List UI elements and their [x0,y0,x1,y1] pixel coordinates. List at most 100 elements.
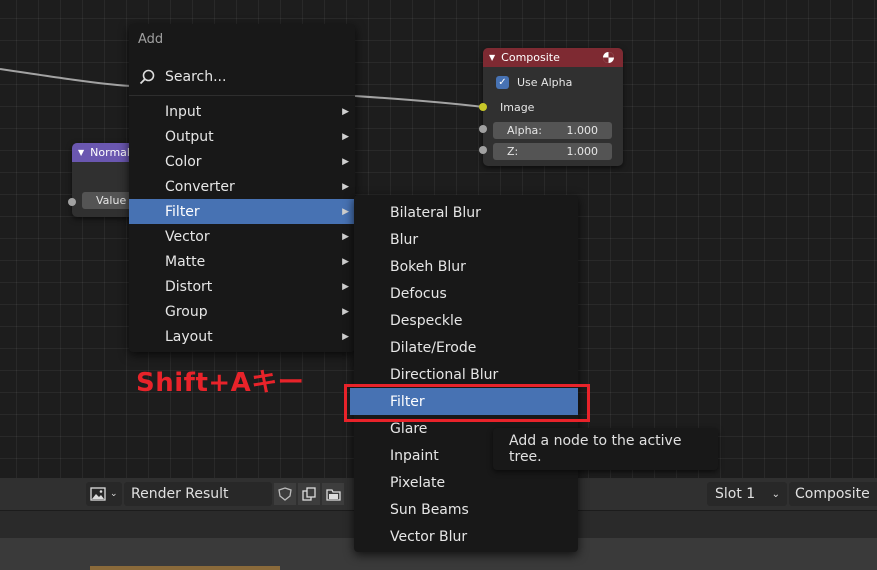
add-menu-item-output[interactable]: Output ▶ [129,124,355,149]
add-menu: Add Search... Input ▶ Output ▶ Color ▶ Convert… [129,24,355,352]
submenu-arrow-icon: ▶ [342,281,349,292]
search-label: Search... [165,68,227,85]
filter-item-defocus[interactable]: Defocus [354,280,578,307]
use-alpha-checkbox[interactable]: ✓ [496,76,509,89]
submenu-arrow-icon: ▶ [342,131,349,142]
normal-node-title: Normal [90,146,130,159]
add-menu-item-converter[interactable]: Converter ▶ [129,174,355,199]
z-label: Z: [507,145,519,158]
add-menu-title: Add [138,32,164,47]
value-label: Value [96,194,127,207]
add-menu-item-filter[interactable]: Filter ▶ [129,199,355,224]
new-image-button[interactable] [298,483,320,505]
filter-item-bilateral-blur[interactable]: Bilateral Blur [354,199,578,226]
menu-item-label: Sun Beams [390,501,469,518]
filter-item-dilate-erode[interactable]: Dilate/Erode [354,334,578,361]
alpha-label: Alpha: [507,124,542,137]
composite-node-header[interactable]: ▼ Composite [483,48,623,67]
chevron-down-icon: ⌄ [771,488,780,500]
chevron-down-icon: ⌄ [110,489,118,499]
composite-node[interactable]: ▼ Composite ✓ Use Alpha Image Alpha: 1.0… [483,48,623,166]
submenu-arrow-icon: ▶ [342,156,349,167]
alpha-input-socket[interactable] [479,125,487,133]
filter-item-pixelate[interactable]: Pixelate [354,469,578,496]
add-menu-item-layout[interactable]: Layout ▶ [129,324,355,349]
alpha-field[interactable]: Alpha: 1.000 [493,122,612,139]
menu-item-label: Distort [165,278,213,295]
menu-item-label: Bilateral Blur [390,204,481,221]
image-editor-icon [90,487,106,501]
tooltip: Add a node to the active tree. [493,428,718,470]
add-menu-item-color[interactable]: Color ▶ [129,149,355,174]
slot-select[interactable]: Slot 1 ⌄ [707,482,787,506]
menu-separator [129,95,355,96]
node-link [354,95,484,108]
submenu-arrow-icon: ▶ [342,231,349,242]
image-name: Render Result [131,486,229,502]
submenu-arrow-icon: ▶ [342,106,349,117]
z-input-socket[interactable] [479,146,487,154]
menu-item-label: Output [165,128,214,145]
use-alpha-label: Use Alpha [517,76,573,89]
collapse-triangle-icon[interactable]: ▼ [78,148,84,157]
open-image-button[interactable] [322,483,344,505]
menu-item-label: Layout [165,328,213,345]
render-layer-select[interactable]: Composite [789,482,877,506]
duplicate-icon [302,487,316,501]
tooltip-text: Add a node to the active tree. [509,433,682,465]
menu-item-label: Converter [165,178,235,195]
filter-item-sun-beams[interactable]: Sun Beams [354,496,578,523]
submenu-arrow-icon: ▶ [342,256,349,267]
submenu-arrow-icon: ▶ [342,306,349,317]
submenu-arrow-icon: ▶ [342,206,349,217]
z-field[interactable]: Z: 1.000 [493,143,612,160]
submenu-arrow-icon: ▶ [342,181,349,192]
preview-toggle-icon[interactable] [602,51,615,64]
value-output-socket[interactable] [68,198,76,206]
filter-submenu: Bilateral Blur Blur Bokeh Blur Defocus Despe… [350,195,578,552]
editor-type-button[interactable]: ⌄ [86,482,122,506]
add-menu-item-input[interactable]: Input ▶ [129,99,355,124]
menu-item-label: Despeckle [390,312,463,329]
image-name-field[interactable]: Render Result [124,482,272,506]
shortcut-annotation: Shift+Aキー [136,368,305,398]
menu-item-label: Matte [165,253,206,270]
highlight-box [344,384,590,422]
add-menu-item-distort[interactable]: Distort ▶ [129,274,355,299]
menu-item-label: Vector [165,228,210,245]
menu-item-label: Pixelate [390,474,446,491]
collapse-triangle-icon[interactable]: ▼ [489,53,495,62]
image-input-label: Image [500,101,535,114]
add-menu-item-group[interactable]: Group ▶ [129,299,355,324]
menu-item-label: Bokeh Blur [390,258,466,275]
add-menu-item-vector[interactable]: Vector ▶ [129,224,355,249]
layer-label: Composite [795,486,870,502]
filter-item-bokeh-blur[interactable]: Bokeh Blur [354,253,578,280]
search-icon [139,69,155,84]
shield-icon [278,487,292,501]
submenu-arrow-icon: ▶ [342,331,349,342]
folder-icon [325,488,341,501]
filter-item-despeckle[interactable]: Despeckle [354,307,578,334]
alpha-value: 1.000 [566,124,599,137]
filter-item-vector-blur[interactable]: Vector Blur [354,523,578,550]
menu-item-label: Inpaint [390,447,439,464]
menu-item-label: Input [165,103,202,120]
menu-item-label: Filter [165,203,200,220]
slot-label: Slot 1 [715,486,756,502]
filter-item-blur[interactable]: Blur [354,226,578,253]
z-value: 1.000 [566,145,599,158]
menu-item-label: Defocus [390,285,447,302]
menu-item-label: Vector Blur [390,528,468,545]
menu-item-label: Dilate/Erode [390,339,477,356]
add-menu-item-matte[interactable]: Matte ▶ [129,249,355,274]
image-edge [90,566,280,570]
menu-item-label: Color [165,153,202,170]
image-input-socket[interactable] [479,103,487,111]
composite-node-title: Composite [501,51,560,64]
fake-user-button[interactable] [274,483,296,505]
menu-item-label: Directional Blur [390,366,499,383]
menu-item-label: Group [165,303,208,320]
menu-item-label: Blur [390,231,419,248]
search-menu-item[interactable]: Search... [129,64,355,89]
